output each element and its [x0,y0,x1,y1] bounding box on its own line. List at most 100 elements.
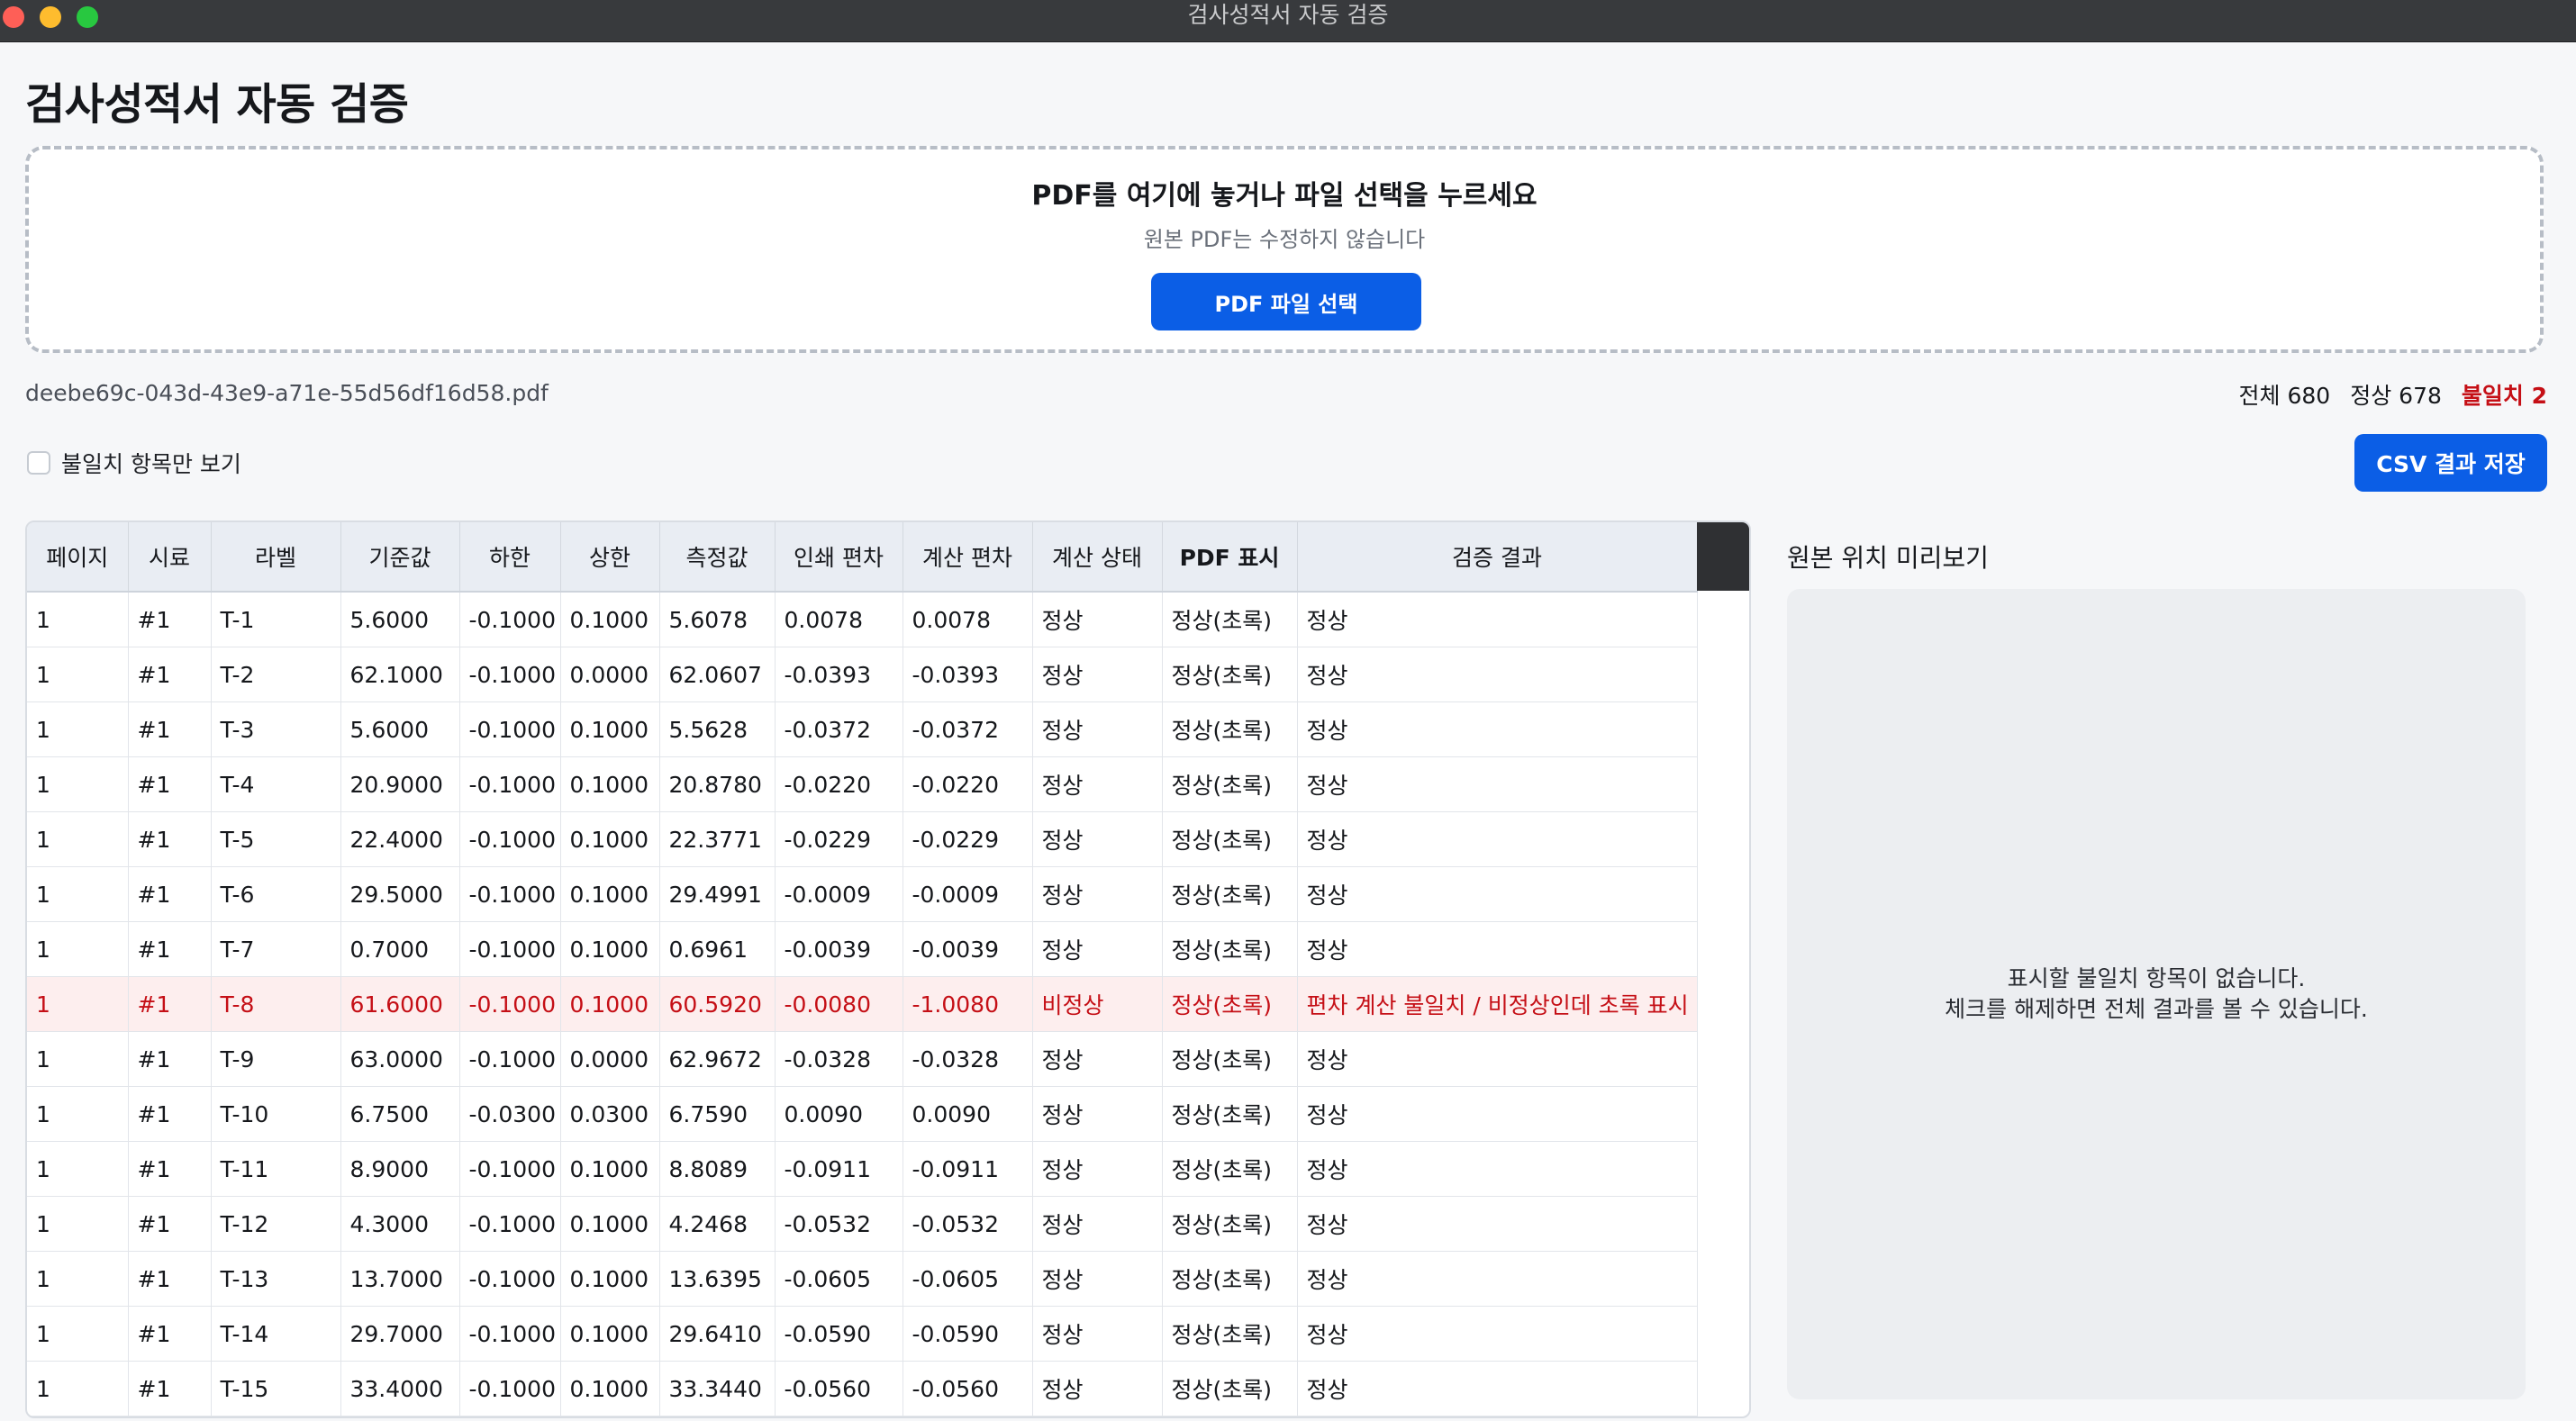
table-cell: 1 [27,1141,129,1197]
table-row[interactable]: 1 #1 T-14 29.7000 -0.1000 0.1000 29.6410 -0.059… [27,1306,1698,1362]
table-cell: 29.7000 [340,1306,460,1362]
table-cell: 6.7590 [659,1086,776,1142]
mismatch-count: 불일치 2 [2461,383,2547,409]
table-cell: 정상(초록) [1162,811,1298,867]
table-cell: -0.1000 [459,1141,561,1197]
table-cell: #1 [128,921,212,977]
save-csv-button[interactable]: CSV 결과 저장 [2354,434,2547,492]
column-header[interactable]: 시료 [128,522,212,593]
column-header[interactable]: 하한 [459,522,561,593]
table-cell: 0.1000 [560,1306,660,1362]
table-cell: 정상 [1297,1086,1698,1142]
table-cell: 1 [27,921,129,977]
table-row[interactable]: 1 #1 T-4 20.9000 -0.1000 0.1000 20.8780 -0.0220… [27,756,1698,812]
table-header-row: 페이지 시료 라벨 기준값 하한 상한 측정값 인쇄 편차 계산 편차 계산 상태 PDF 표시 검증… [27,522,1698,593]
column-header[interactable]: 계산 편차 [903,522,1033,593]
table-cell: 정상 [1032,1251,1163,1307]
table-row[interactable]: 1 #1 T-15 33.4000 -0.1000 0.1000 33.3440 -0.056… [27,1361,1698,1416]
table-cell: 정상 [1032,1031,1163,1087]
table-cell: 0.1000 [560,756,660,812]
table-cell: -0.0605 [775,1251,903,1307]
pdf-dropzone[interactable]: PDF를 여기에 놓거나 파일 선택을 누르세요 원본 PDF는 수정하지 않습… [25,146,2544,353]
column-header[interactable]: 계산 상태 [1032,522,1163,593]
table-cell: 비정상 [1032,976,1163,1032]
table-cell: T-8 [211,976,341,1032]
table-row[interactable]: 1 #1 T-7 0.7000 -0.1000 0.1000 0.6961 -0.0039 -0… [27,921,1698,977]
table-cell: 0.1000 [560,921,660,977]
table-cell: -0.1000 [459,1306,561,1362]
normal-count: 정상 678 [2350,383,2442,409]
table-cell: 정상 [1297,921,1698,977]
table-cell: 정상 [1032,701,1163,757]
mismatch-only-checkbox[interactable] [27,451,50,475]
table-cell: 0.0000 [560,647,660,702]
table-cell: 8.9000 [340,1141,460,1197]
table-cell: 정상 [1297,811,1698,867]
table-cell: 63.0000 [340,1031,460,1087]
table-row[interactable]: 1 #1 T-13 13.7000 -0.1000 0.1000 13.6395 -0.060… [27,1251,1698,1307]
table-row[interactable]: 1 #1 T-8 61.6000 -0.1000 0.1000 60.5920 -0.0080… [27,976,1698,1032]
table-cell: 0.6961 [659,921,776,977]
table-cell: 정상 [1032,647,1163,702]
table-cell: 33.3440 [659,1361,776,1416]
table-cell: 4.2468 [659,1196,776,1252]
table-cell: 정상 [1297,1361,1698,1416]
table-cell: -1.0080 [903,976,1033,1032]
table-cell: 1 [27,1031,129,1087]
table-cell: -0.0229 [775,811,903,867]
table-row[interactable]: 1 #1 T-3 5.6000 -0.1000 0.1000 5.5628 -0.0372 -0… [27,701,1698,757]
table-cell: T-9 [211,1031,341,1087]
table-row[interactable]: 1 #1 T-12 4.3000 -0.1000 0.1000 4.2468 -0.0532-… [27,1196,1698,1252]
table-cell: T-7 [211,921,341,977]
table-cell: 정상(초록) [1162,701,1298,757]
table-row[interactable]: 1 #1 T-6 29.5000 -0.1000 0.1000 29.4991 -0.0009… [27,866,1698,922]
table-cell: 정상 [1032,866,1163,922]
table-cell: -0.0300 [459,1086,561,1142]
table-cell: -0.1000 [459,1031,561,1087]
table-cell: 정상 [1297,647,1698,702]
table-cell: -0.0605 [903,1251,1033,1307]
table-cell: T-6 [211,866,341,922]
table-cell: 0.0300 [560,1086,660,1142]
table-row[interactable]: 1 #1 T-1 5.6000 -0.1000 0.1000 5.6078 0.0078 0.0… [27,592,1698,647]
table-cell: #1 [128,1251,212,1307]
results-table-container: 페이지 시료 라벨 기준값 하한 상한 측정값 인쇄 편차 계산 편차 계산 상태 PDF 표시 검증… [25,520,1751,1418]
table-cell: 29.5000 [340,866,460,922]
table-cell: 0.1000 [560,811,660,867]
table-cell: T-11 [211,1141,341,1197]
table-row[interactable]: 1 #1 T-10 6.7500 -0.0300 0.0300 6.7590 0.0090 0.… [27,1086,1698,1142]
mismatch-only-filter[interactable]: 불일치 항목만 보기 [27,447,241,479]
column-header[interactable]: 페이지 [27,522,129,593]
column-header[interactable]: 인쇄 편차 [775,522,903,593]
select-pdf-button[interactable]: PDF 파일 선택 [1151,273,1421,330]
summary-counts: 전체 680 정상 678 불일치 2 [2219,378,2547,411]
table-cell: -0.0911 [903,1141,1033,1197]
table-cell: -0.0039 [775,921,903,977]
table-cell: -0.0393 [775,647,903,702]
table-cell: 0.1000 [560,592,660,647]
table-cell: 1 [27,1086,129,1142]
table-cell: T-1 [211,592,341,647]
table-cell: 33.4000 [340,1361,460,1416]
column-header[interactable]: 측정값 [659,522,776,593]
table-cell: 22.4000 [340,811,460,867]
table-row[interactable]: 1 #1 T-5 22.4000 -0.1000 0.1000 22.3771 -0.0229… [27,811,1698,867]
column-header[interactable]: 기준값 [340,522,460,593]
column-header[interactable]: 라벨 [211,522,341,593]
table-row[interactable]: 1 #1 T-9 63.0000 -0.1000 0.0000 62.9672 -0.0328… [27,1031,1698,1087]
table-cell: #1 [128,1141,212,1197]
table-cell: -0.0393 [903,647,1033,702]
table-cell: -0.1000 [459,976,561,1032]
table-row[interactable]: 1 #1 T-2 62.1000 -0.1000 0.0000 62.0607 -0.0393… [27,647,1698,702]
table-cell: -0.0009 [775,866,903,922]
table-cell: 정상(초록) [1162,1086,1298,1142]
column-header[interactable]: PDF 표시 [1162,522,1298,593]
table-cell: 정상(초록) [1162,756,1298,812]
table-cell: 8.8089 [659,1141,776,1197]
table-cell: 62.0607 [659,647,776,702]
results-table: 페이지 시료 라벨 기준값 하한 상한 측정값 인쇄 편차 계산 편차 계산 상태 PDF 표시 검증… [27,522,1698,1416]
file-name: deebe69c-043d-43e9-a71e-55d56df16d58.pdf [25,380,549,406]
column-header[interactable]: 상한 [560,522,660,593]
column-header[interactable]: 검증 결과 [1297,522,1698,593]
table-row[interactable]: 1 #1 T-11 8.9000 -0.1000 0.1000 8.8089 -0.0911-… [27,1141,1698,1197]
